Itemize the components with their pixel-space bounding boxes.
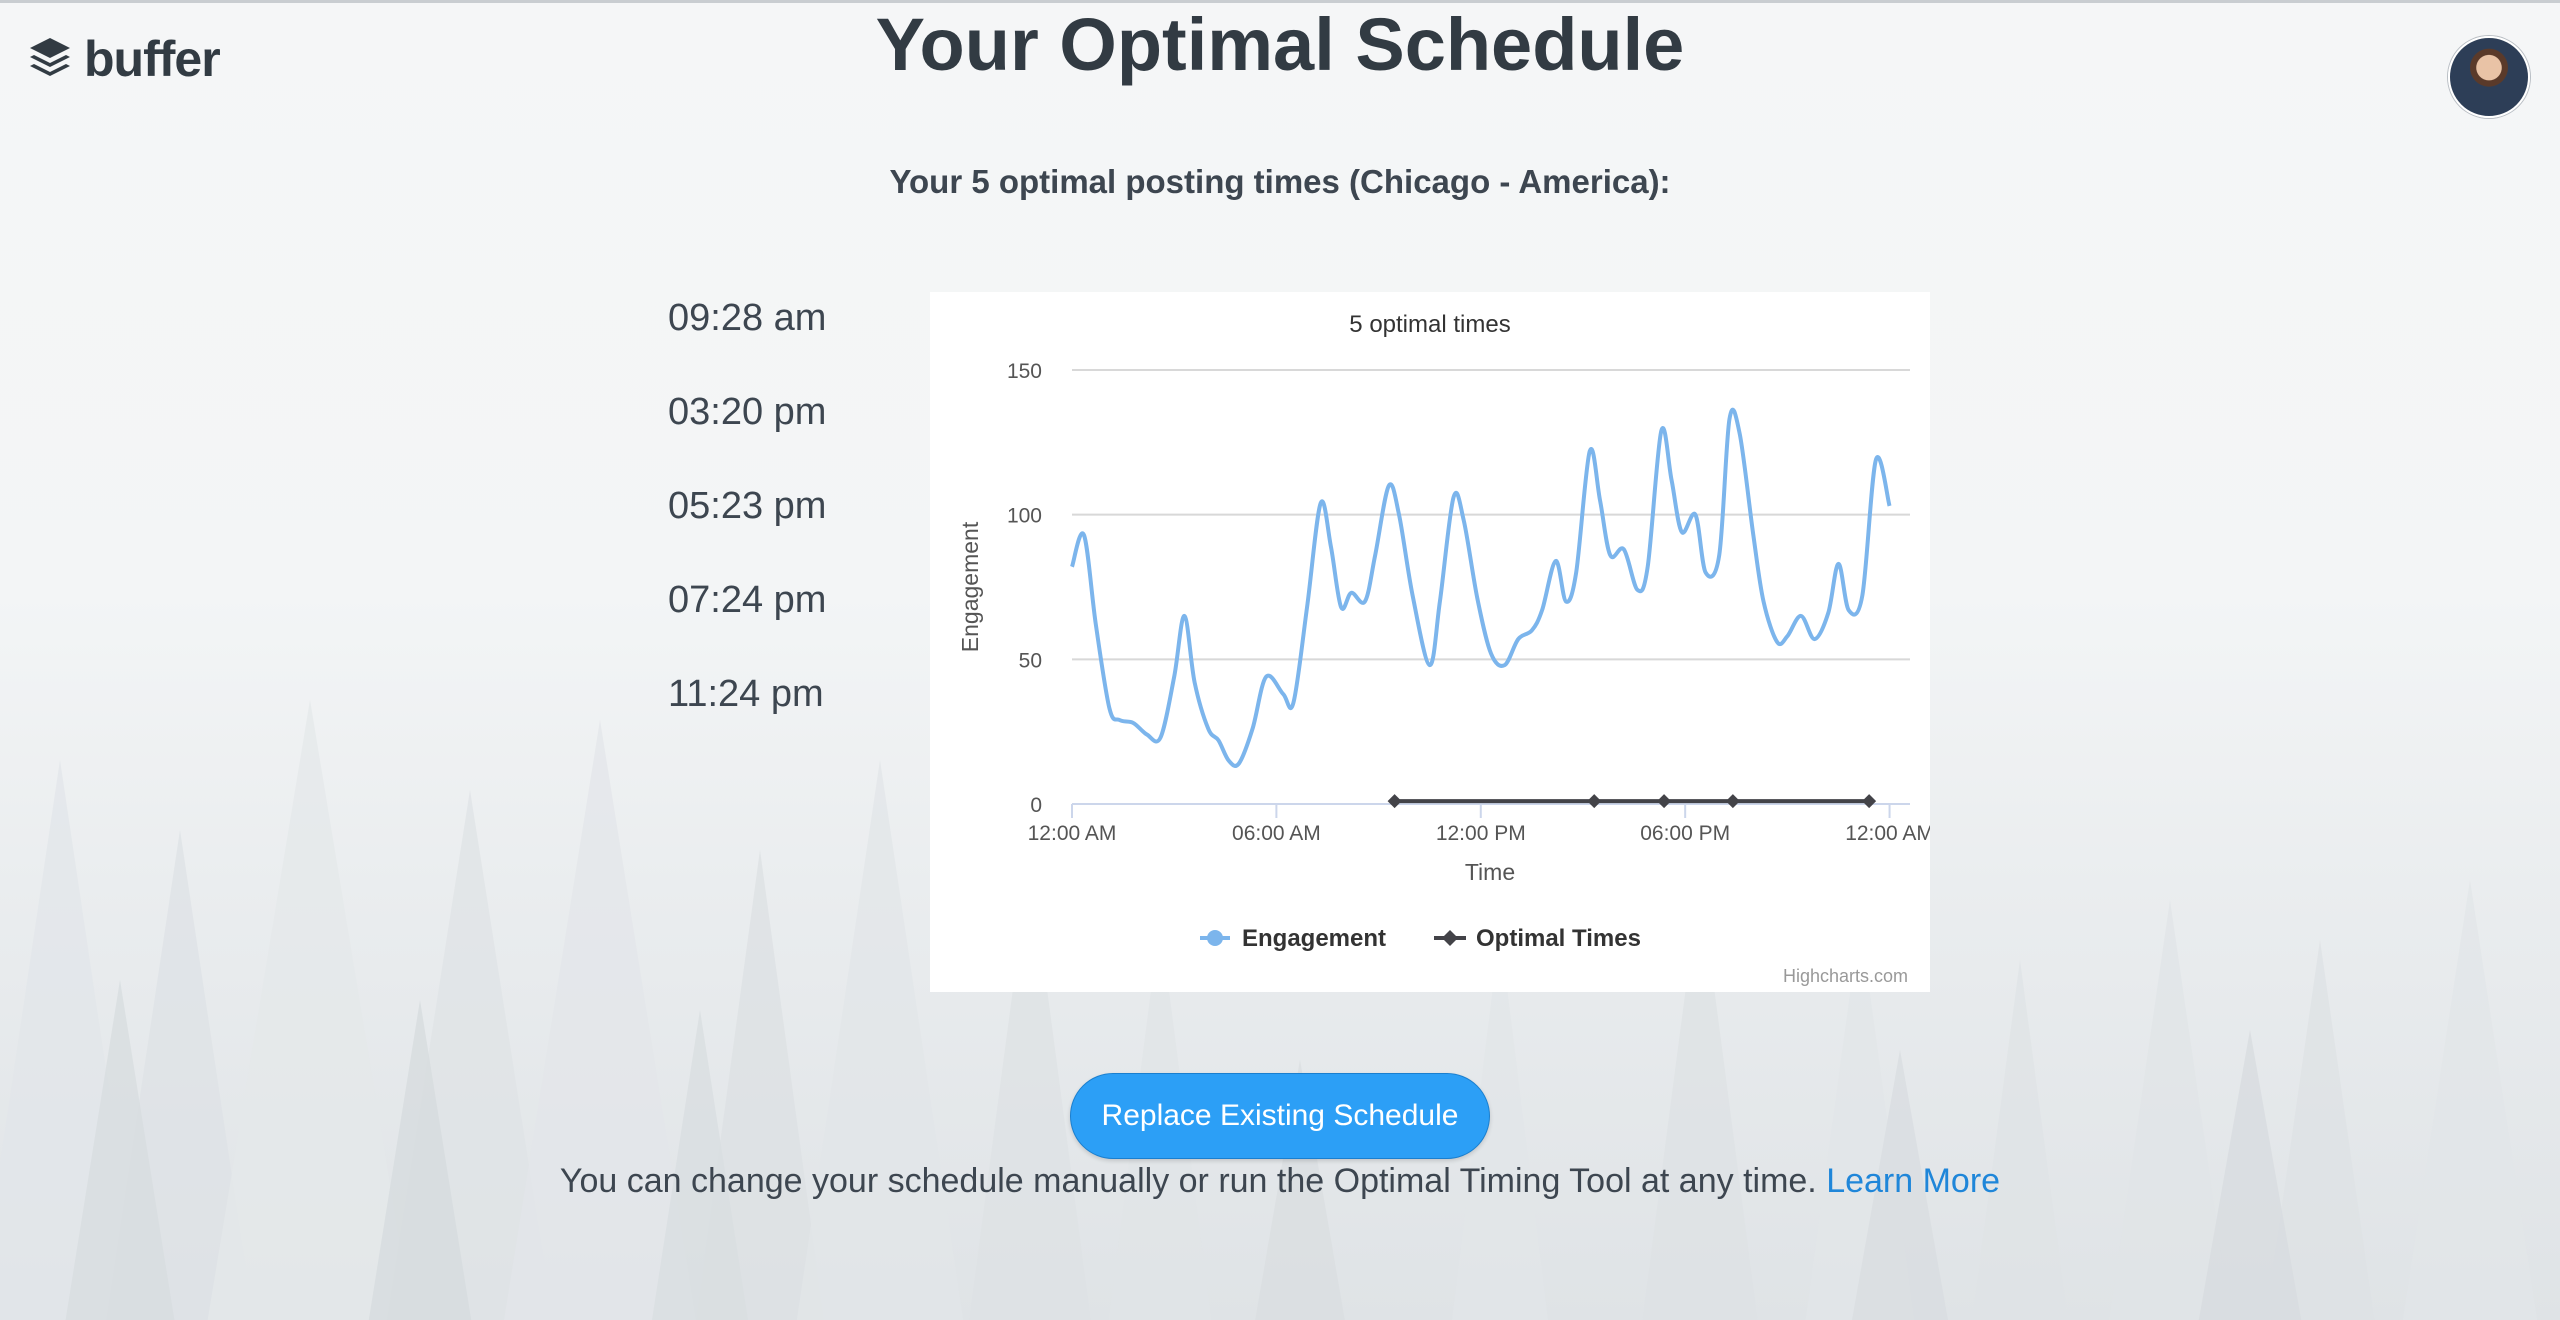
engagement-series-line	[1070, 407, 1892, 768]
chart-title: 5 optimal times	[1349, 311, 1510, 338]
optimal-time-marker	[1387, 794, 1402, 809]
optimal-time-marker	[1587, 794, 1602, 809]
replace-schedule-button[interactable]: Replace Existing Schedule	[1070, 1073, 1490, 1159]
y-axis-title: Engagement	[957, 521, 983, 652]
chart-svg: 5 optimal times 0 50 100 150 12:00 AM 06:00 AM…	[957, 311, 1930, 986]
time-item: 09:28 am	[668, 297, 827, 339]
time-item: 05:23 pm	[668, 485, 827, 527]
page-title: Your Optimal Schedule	[875, 3, 1685, 86]
x-tick-label: 12:00 AM	[1845, 822, 1930, 845]
y-tick-label: 150	[1007, 360, 1042, 383]
optimal-times-list: 09:28 am 03:20 pm 05:23 pm 07:24 pm 11:2…	[668, 295, 826, 765]
x-tick-label: 12:00 AM	[1028, 822, 1117, 845]
y-tick-label: 0	[1030, 794, 1042, 817]
time-item: 03:20 pm	[668, 391, 827, 433]
legend-engagement-label: Engagement	[1242, 925, 1386, 952]
x-tick-label: 12:00 PM	[1436, 822, 1526, 845]
y-tick-label: 50	[1019, 649, 1042, 672]
engagement-chart: 5 optimal times 0 50 100 150 12:00 AM 06:00 AM…	[930, 292, 1930, 992]
footer-note-text: You can change your schedule manually or…	[559, 1162, 1817, 1200]
x-axis-title: Time	[1465, 859, 1515, 885]
footer-note: You can change your schedule manually or…	[0, 1162, 2560, 1201]
time-item: 11:24 pm	[668, 673, 824, 715]
legend-optimal-marker	[1442, 930, 1458, 946]
time-item: 07:24 pm	[668, 579, 827, 621]
legend-engagement-marker	[1207, 930, 1223, 946]
learn-more-link[interactable]: Learn More	[1826, 1162, 2000, 1200]
optimal-time-marker	[1657, 794, 1672, 809]
x-tick-label: 06:00 PM	[1640, 822, 1730, 845]
optimal-time-marker	[1862, 794, 1877, 809]
x-tick-label: 06:00 AM	[1232, 822, 1321, 845]
chart-credits: Highcharts.com	[1783, 966, 1908, 986]
y-tick-label: 100	[1007, 505, 1042, 528]
optimal-time-marker	[1725, 794, 1740, 809]
legend-optimal-label: Optimal Times	[1476, 925, 1641, 952]
page-subtitle: Your 5 optimal posting times (Chicago - …	[889, 163, 1671, 200]
